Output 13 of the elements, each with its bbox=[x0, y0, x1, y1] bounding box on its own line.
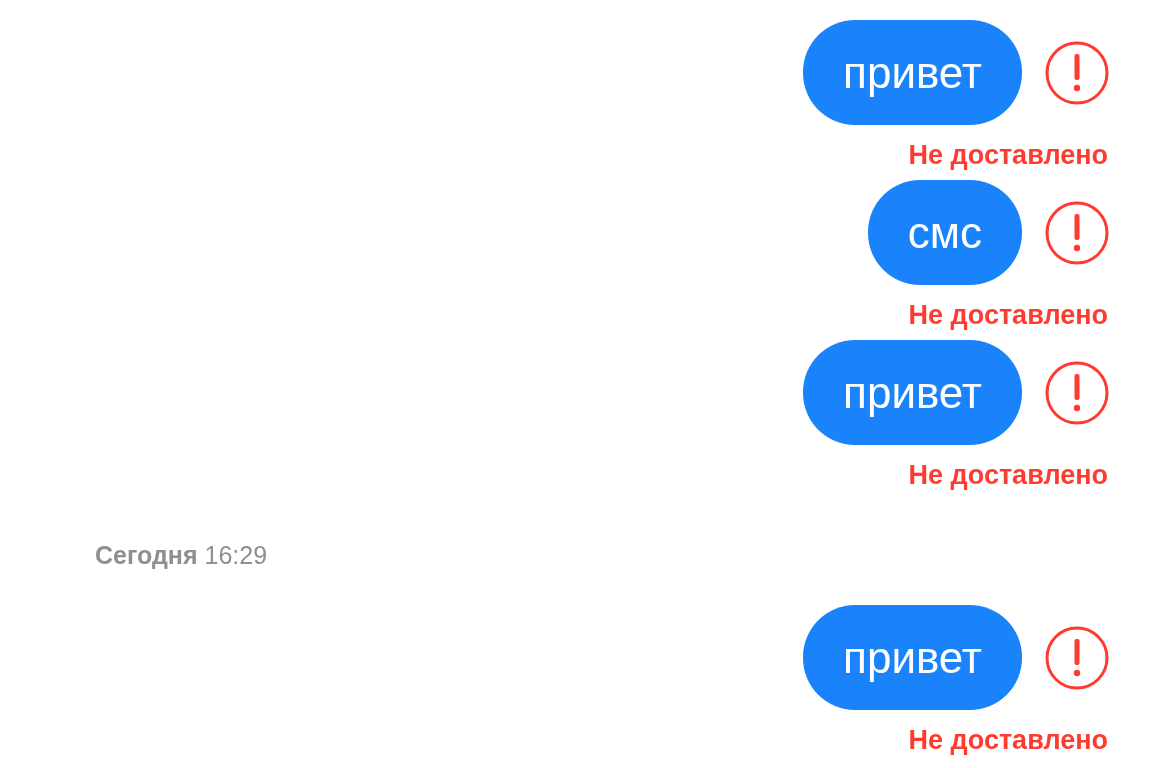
error-icon[interactable] bbox=[1044, 199, 1110, 266]
error-icon[interactable] bbox=[1044, 39, 1110, 106]
timestamp: Сегодня 16:29 bbox=[95, 540, 268, 570]
status-text: Не доставлено bbox=[908, 725, 1108, 755]
message-bubble[interactable]: смс bbox=[867, 180, 1022, 285]
message-bubble[interactable]: привет bbox=[803, 340, 1022, 445]
status-text: Не доставлено bbox=[908, 300, 1108, 330]
status-text: Не доставлено bbox=[908, 460, 1108, 490]
message-bubble[interactable]: привет bbox=[803, 605, 1022, 710]
error-icon[interactable] bbox=[1044, 359, 1110, 426]
error-icon[interactable] bbox=[1044, 624, 1110, 691]
message-bubble[interactable]: привет bbox=[803, 20, 1022, 125]
status-text: Не доставлено bbox=[908, 140, 1108, 170]
